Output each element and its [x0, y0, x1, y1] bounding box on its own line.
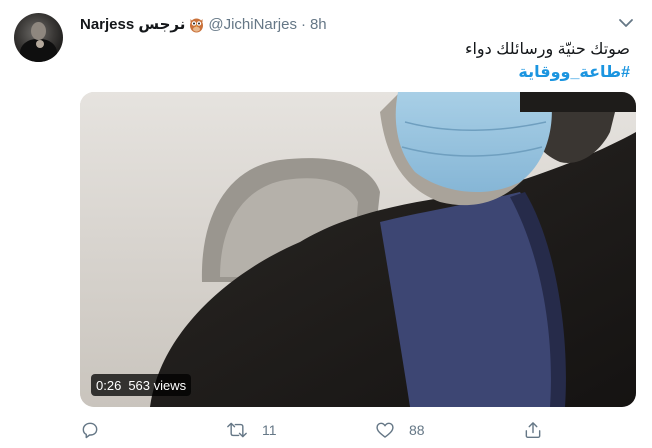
hashtag-link[interactable]: #طاعة_ووقاية — [518, 62, 630, 82]
tweet-actions: 11 88 — [80, 418, 636, 442]
chevron-down-icon[interactable] — [618, 17, 634, 29]
retweet-count: 11 — [262, 422, 277, 438]
like-count: 88 — [409, 422, 425, 438]
tweet-text: صوتك حنيّة ورسائلك دواء — [464, 41, 630, 58]
video-frame — [80, 92, 636, 407]
tweet-card[interactable]: Narjess نرجس @JichiNarjes · 8h صوتك حنيّ… — [0, 0, 652, 448]
tweet-timestamp[interactable]: 8h — [310, 16, 327, 33]
owl-icon — [190, 18, 204, 32]
retweet-button[interactable]: 11 — [226, 418, 277, 442]
video-views: 563 views — [128, 377, 187, 393]
video-duration: 0:26 — [96, 377, 122, 393]
retweet-icon — [227, 422, 247, 438]
header-separator: · — [300, 15, 306, 33]
video-stats-badge: 0:26 563 views — [91, 374, 192, 396]
share-button[interactable] — [523, 418, 543, 442]
reply-button[interactable] — [80, 418, 100, 442]
avatar[interactable] — [14, 13, 63, 62]
reply-icon — [82, 422, 98, 439]
video-player[interactable] — [80, 92, 636, 407]
share-icon — [525, 422, 541, 439]
tweet-header: Narjess نرجس @JichiNarjes · 8h — [80, 13, 327, 35]
author-handle[interactable]: @JichiNarjes — [208, 16, 297, 33]
author-name[interactable]: Narjess نرجس — [80, 15, 185, 33]
like-button[interactable]: 88 — [375, 418, 425, 442]
avatar-figure-hand — [36, 40, 44, 48]
avatar-figure-face — [31, 22, 46, 40]
heart-icon — [376, 422, 394, 438]
